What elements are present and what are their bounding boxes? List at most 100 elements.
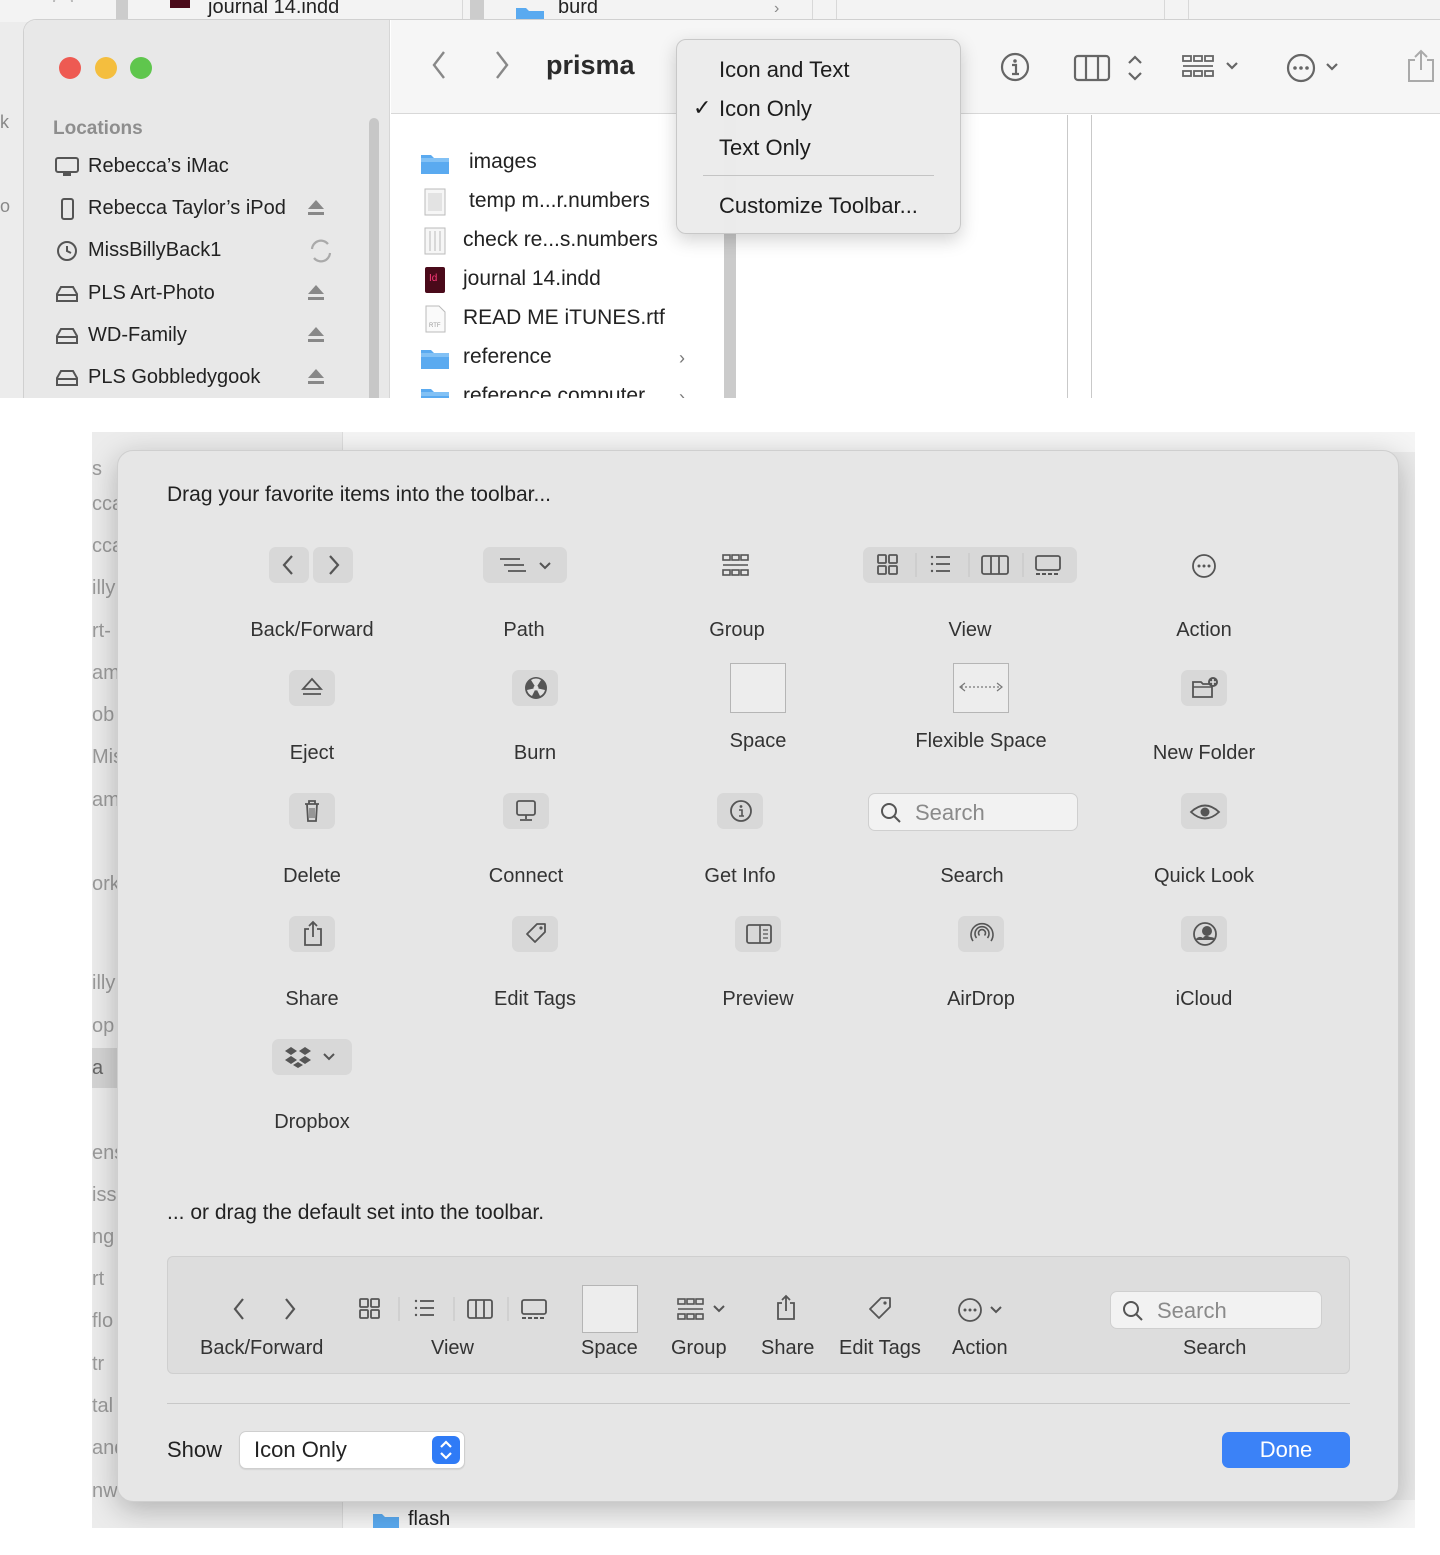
svg-text:RTF: RTF bbox=[429, 323, 441, 329]
menu-separator bbox=[703, 175, 934, 176]
forward-icon[interactable] bbox=[492, 48, 512, 82]
tag-icon bbox=[526, 923, 546, 943]
eye-icon bbox=[1189, 804, 1221, 820]
icloud-icon bbox=[1193, 922, 1217, 946]
share-icon[interactable] bbox=[1405, 48, 1437, 84]
imac-icon bbox=[55, 157, 79, 176]
eject-icon[interactable] bbox=[306, 366, 326, 388]
ipod-icon bbox=[61, 198, 74, 220]
info-icon bbox=[730, 800, 752, 822]
burn-icon bbox=[525, 677, 547, 699]
sidebar-item-wd-family[interactable]: WD-Family bbox=[54, 322, 344, 352]
flexible-space-icon bbox=[959, 682, 1003, 692]
folder-icon bbox=[373, 1514, 399, 1528]
drive-icon bbox=[56, 328, 78, 344]
checkmark-icon: ✓ bbox=[693, 95, 712, 120]
window-title: prisma bbox=[546, 50, 635, 80]
search-icon bbox=[881, 803, 901, 823]
list-item[interactable]: check re...s.numbers bbox=[421, 225, 721, 259]
sidebar-item-rebeccas-imac[interactable]: Rebecca’s iMac bbox=[54, 153, 344, 183]
group-icon bbox=[677, 1298, 725, 1320]
sidebar-item-label: Rebecca’s iMac bbox=[88, 155, 229, 177]
chevron-right-icon: › bbox=[679, 348, 685, 368]
sync-icon bbox=[310, 239, 332, 263]
connect-icon bbox=[516, 800, 536, 821]
svg-text:Id: Id bbox=[429, 273, 437, 284]
folder-icon bbox=[421, 155, 449, 174]
background-file-name: journal 14.indd bbox=[208, 0, 340, 18]
menu-item-icon-only[interactable]: Icon Only bbox=[719, 96, 812, 122]
background-window-strip: journal 14.indd burd › bbox=[0, 0, 1440, 22]
menu-item-customize-toolbar[interactable]: Customize Toolbar... bbox=[719, 193, 918, 219]
dropbox-icon bbox=[285, 1047, 335, 1068]
sidebar-item-label: WD-Family bbox=[88, 324, 187, 346]
eject-icon[interactable] bbox=[306, 324, 326, 346]
sidebar-item-label: PLS Gobbledygook bbox=[88, 366, 261, 388]
zoom-button[interactable] bbox=[130, 57, 152, 79]
toolbar-context-menu: Icon and Text ✓ Icon Only Text Only Cust… bbox=[676, 39, 961, 234]
back-icon bbox=[282, 555, 293, 575]
sidebar-item-ipod[interactable]: Rebecca Taylor’s iPod bbox=[54, 195, 344, 225]
sidebar-item-missbillyback1[interactable]: MissBillyBack1 bbox=[54, 237, 344, 267]
share-icon bbox=[304, 920, 322, 946]
sidebar-item-label: Rebecca Taylor’s iPod bbox=[88, 197, 286, 219]
preview-icon bbox=[746, 924, 772, 944]
show-label: Show bbox=[167, 1437, 223, 1462]
sidebar-item-pls-gobbledygook[interactable]: PLS Gobbledygook bbox=[54, 364, 344, 394]
close-button[interactable] bbox=[59, 57, 81, 79]
menu-item-icon-and-text[interactable]: Icon and Text bbox=[719, 57, 849, 83]
time-machine-icon bbox=[57, 241, 77, 261]
search-field-preview: Search bbox=[1110, 1291, 1322, 1329]
numbers-file-icon bbox=[424, 188, 446, 216]
minimize-button[interactable] bbox=[95, 57, 117, 79]
group-icon[interactable] bbox=[1181, 54, 1249, 84]
list-item[interactable]: reference › bbox=[421, 342, 721, 376]
view-icon bbox=[877, 553, 1061, 577]
folder-icon bbox=[421, 350, 449, 369]
numbers-file-icon bbox=[424, 227, 446, 255]
share-icon bbox=[777, 1294, 795, 1320]
airdrop-icon bbox=[970, 922, 994, 942]
back-forward-icon bbox=[233, 1298, 296, 1320]
info-icon[interactable] bbox=[999, 51, 1031, 83]
file-list-column: images temp m...r.numbers check re...s.n… bbox=[391, 115, 721, 398]
indesign-file-icon: Id bbox=[425, 267, 445, 293]
scrollbar[interactable] bbox=[116, 0, 128, 22]
sidebar-item-pls-art-photo[interactable]: PLS Art-Photo bbox=[54, 280, 344, 310]
updown-arrows-icon bbox=[432, 1436, 460, 1464]
action-icon[interactable] bbox=[1285, 52, 1357, 84]
sidebar-scrollbar[interactable] bbox=[369, 118, 379, 398]
eject-icon[interactable] bbox=[306, 282, 326, 304]
sidebar-item-label: PLS Art-Photo bbox=[88, 282, 215, 304]
tag-icon bbox=[869, 1297, 891, 1319]
default-set-heading: ... or drag the default set into the too… bbox=[167, 1201, 545, 1224]
chevron-right-icon: › bbox=[774, 0, 780, 17]
new-folder-icon bbox=[1192, 677, 1218, 698]
background-file-row: flash bbox=[342, 1500, 1415, 1528]
action-icon bbox=[1192, 554, 1216, 578]
action-icon bbox=[958, 1298, 1002, 1322]
eject-icon[interactable] bbox=[306, 197, 326, 219]
sync-icon bbox=[53, 0, 73, 3]
sidebar-item-label: MissBillyBack1 bbox=[88, 239, 222, 261]
indesign-file-icon bbox=[170, 0, 190, 8]
list-item[interactable]: reference computer › bbox=[421, 381, 721, 398]
search-icon bbox=[1123, 1301, 1143, 1321]
scrollbar[interactable] bbox=[470, 0, 484, 22]
show-popup-button[interactable]: Icon Only bbox=[239, 1431, 465, 1469]
view-columns-icon[interactable] bbox=[1073, 54, 1145, 84]
group-icon bbox=[722, 554, 749, 576]
back-icon[interactable] bbox=[429, 48, 449, 82]
search-field-preview: Search bbox=[868, 793, 1078, 831]
default-toolbar-set[interactable]: Back/Forward View Space Group Share Edit… bbox=[167, 1256, 1350, 1374]
list-item[interactable]: Id journal 14.indd bbox=[421, 264, 721, 298]
customize-toolbar-sheet: Drag your favorite items into the toolba… bbox=[117, 450, 1399, 1502]
space-icon bbox=[730, 663, 786, 713]
customize-toolbar-screenshot: s cca cca illy rt- am ob Mis am ork illy… bbox=[92, 432, 1415, 1528]
done-button[interactable]: Done bbox=[1222, 1432, 1350, 1468]
sidebar: Locations Rebecca’s iMac Rebecca Taylor’… bbox=[24, 20, 390, 398]
sidebar-section-locations: Locations bbox=[53, 118, 143, 139]
menu-item-text-only[interactable]: Text Only bbox=[719, 135, 811, 161]
list-item[interactable]: RTF READ ME iTUNES.rtf bbox=[421, 303, 721, 337]
drive-icon bbox=[56, 370, 78, 386]
